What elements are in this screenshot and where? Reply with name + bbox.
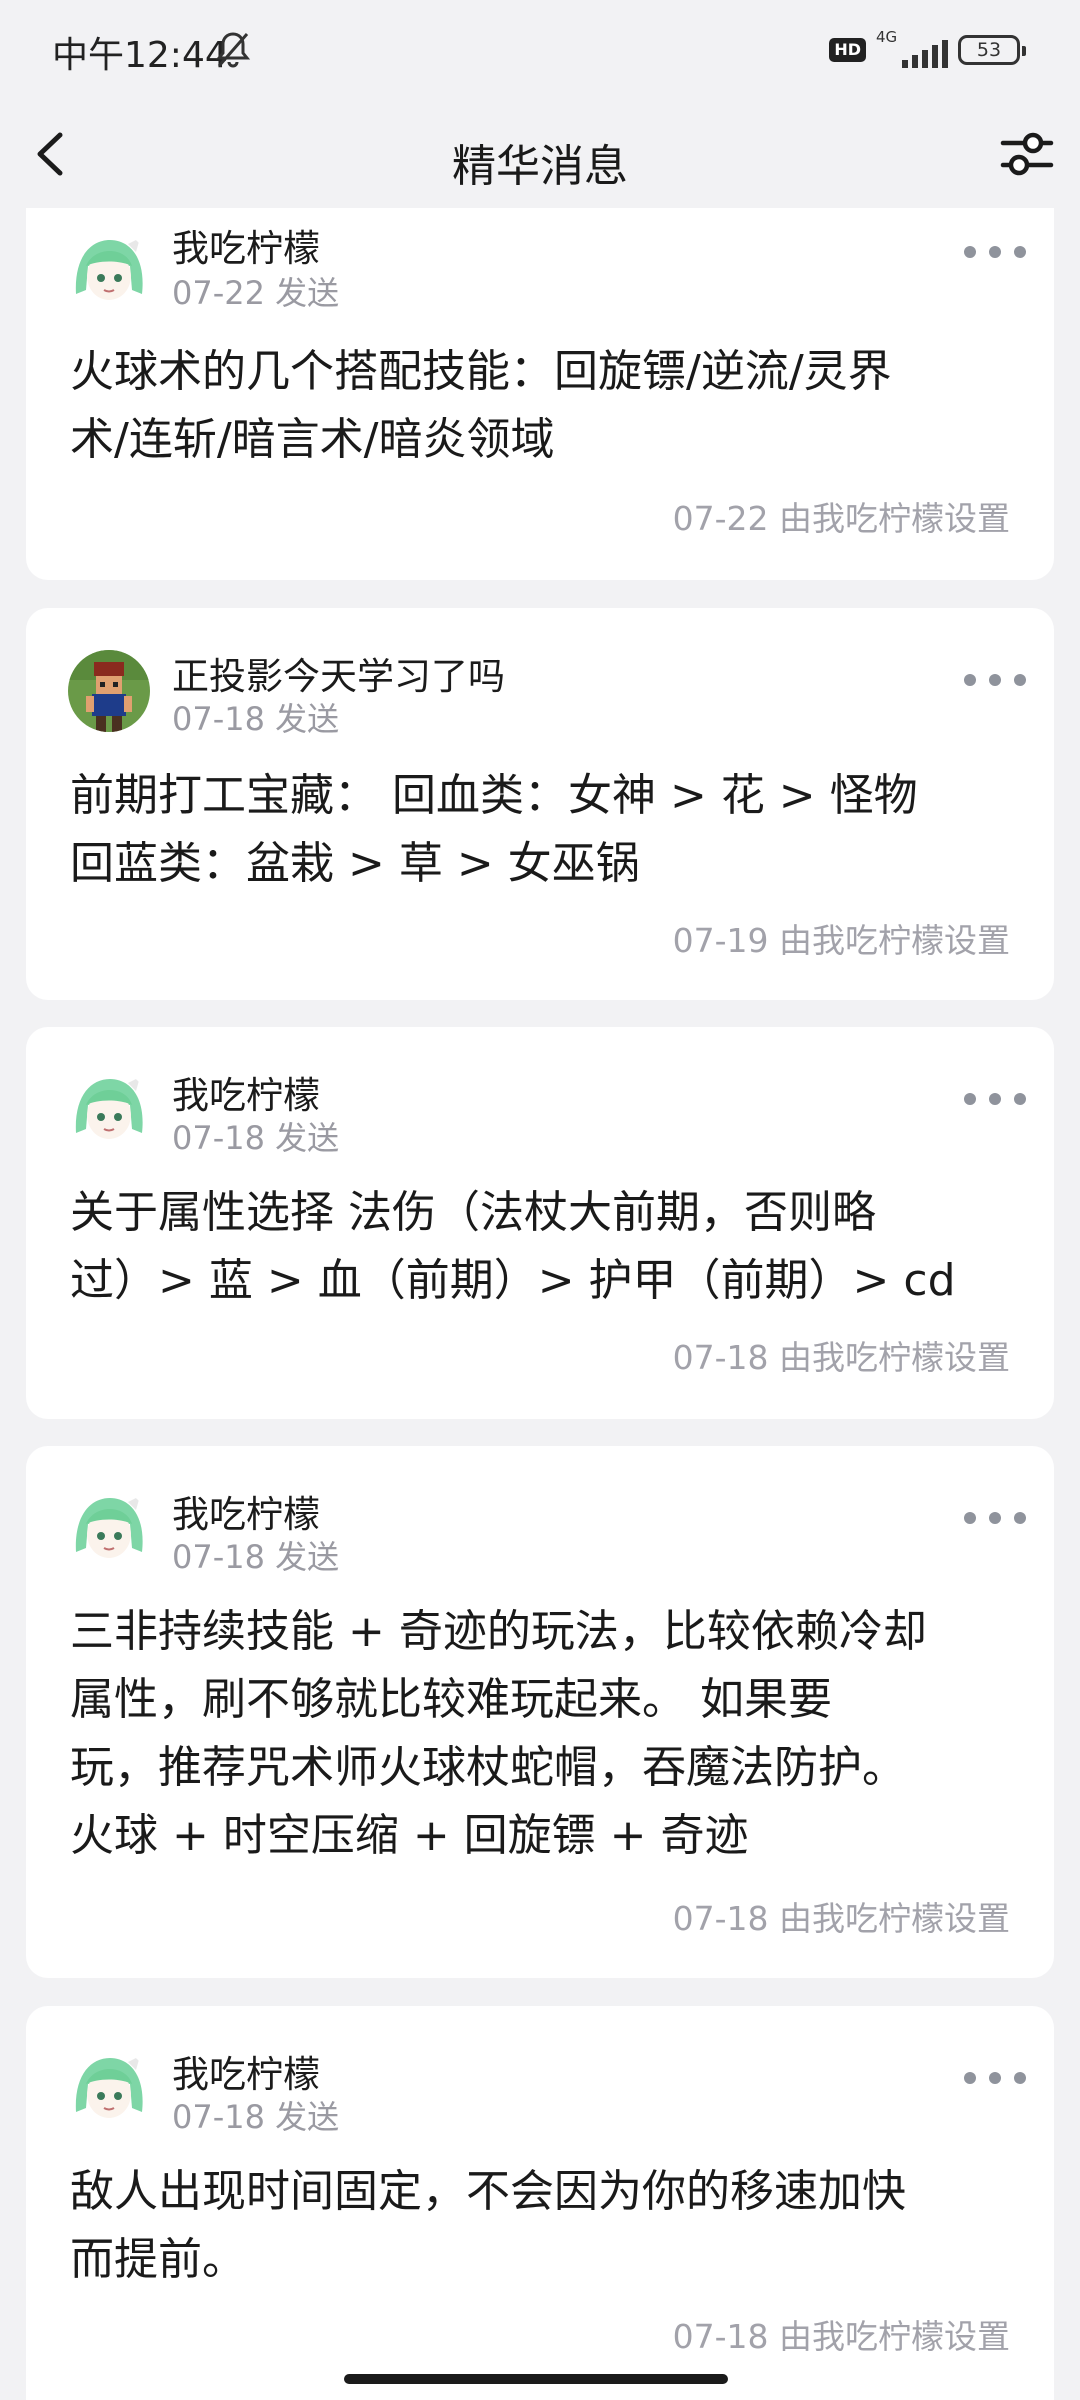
sender-name: 我吃柠檬 bbox=[172, 227, 320, 270]
more-button[interactable] bbox=[964, 2058, 1026, 2098]
sent-date-value: 07-22 bbox=[172, 274, 265, 312]
avatar[interactable] bbox=[68, 650, 150, 732]
sent-label: 发送 bbox=[275, 1119, 340, 1157]
sent-date: 07-18 发送 bbox=[172, 694, 339, 740]
sent-date: 07-18 发送 bbox=[172, 1113, 339, 1159]
cellular-signal-icon: 4G bbox=[876, 28, 948, 70]
sliders-icon bbox=[1000, 132, 1054, 176]
more-dot bbox=[1014, 1512, 1026, 1524]
message-card[interactable]: 我吃柠檬 07-18 发送 三非持续技能 + 奇迹的玩法，比较依赖冷却 属性，刷… bbox=[26, 1446, 1054, 1978]
more-dot bbox=[964, 1093, 976, 1105]
more-button[interactable] bbox=[964, 232, 1026, 272]
home-gesture-bar[interactable] bbox=[344, 2374, 728, 2384]
sent-label: 发送 bbox=[275, 274, 340, 312]
content-line: 火球 + 时空压缩 + 回旋镖 + 奇迹 bbox=[70, 1810, 749, 1861]
more-dot bbox=[989, 1512, 1001, 1524]
filter-button[interactable] bbox=[988, 118, 1066, 190]
sent-date: 07-18 发送 bbox=[172, 1532, 339, 1578]
sent-date-value: 07-18 bbox=[172, 2098, 265, 2136]
more-dot bbox=[1014, 2072, 1026, 2084]
set-by-info: 07-18 由我吃柠檬设置 bbox=[672, 1899, 1010, 1938]
avatar[interactable] bbox=[68, 1069, 150, 1151]
sender-name: 我吃柠檬 bbox=[172, 1493, 320, 1536]
more-dot bbox=[989, 2072, 1001, 2084]
anime-girl-avatar-icon bbox=[68, 230, 150, 312]
more-dot bbox=[1014, 674, 1026, 686]
content-line: 前期打工宝藏： 回血类：女神 > 花 > 怪物 bbox=[70, 770, 918, 821]
message-card[interactable]: 我吃柠檬 07-18 发送 关于属性选择 法伤（法杖大前期，否则略 过）> 蓝 … bbox=[26, 1027, 1054, 1419]
content-line: 敌人出现时间固定，不会因为你的移速加快 bbox=[70, 2166, 906, 2217]
status-icons: HD 4G 53 bbox=[829, 28, 1026, 72]
content-line: 而提前。 bbox=[70, 2234, 246, 2285]
anime-girl-avatar-icon bbox=[68, 1488, 150, 1570]
content-line: 火球术的几个搭配技能：回旋镖/逆流/灵界 bbox=[70, 346, 892, 397]
sender-name: 我吃柠檬 bbox=[172, 1074, 320, 1117]
sent-date-value: 07-18 bbox=[172, 700, 265, 738]
set-by-info: 07-18 由我吃柠檬设置 bbox=[672, 2317, 1010, 2356]
message-content: 前期打工宝藏： 回血类：女神 > 花 > 怪物 回蓝类：盆栽 > 草 > 女巫锅 bbox=[70, 762, 1014, 898]
message-card[interactable]: 我吃柠檬 07-22 发送 火球术的几个搭配技能：回旋镖/逆流/灵界 术/连斩/… bbox=[26, 208, 1054, 580]
anime-girl-avatar-icon bbox=[68, 2048, 150, 2130]
more-dot bbox=[1014, 1093, 1026, 1105]
more-dot bbox=[964, 2072, 976, 2084]
message-content: 关于属性选择 法伤（法杖大前期，否则略 过）> 蓝 > 血（前期）> 护甲（前期… bbox=[70, 1179, 1014, 1315]
content-line: 三非持续技能 + 奇迹的玩法，比较依赖冷却 bbox=[70, 1606, 927, 1657]
avatar[interactable] bbox=[68, 1488, 150, 1570]
avatar[interactable] bbox=[68, 2048, 150, 2130]
pixel-character-avatar-icon bbox=[68, 650, 150, 732]
message-card[interactable]: 我吃柠檬 07-18 发送 敌人出现时间固定，不会因为你的移速加快 而提前。 0… bbox=[26, 2006, 1054, 2400]
set-by-info: 07-19 由我吃柠檬设置 bbox=[672, 921, 1010, 960]
message-content: 火球术的几个搭配技能：回旋镖/逆流/灵界 术/连斩/暗言术/暗炎领域 bbox=[70, 338, 1014, 474]
message-content: 敌人出现时间固定，不会因为你的移速加快 而提前。 bbox=[70, 2158, 1014, 2294]
status-time: 中午12:44 bbox=[52, 35, 228, 76]
avatar[interactable] bbox=[68, 230, 150, 312]
content-line: 关于属性选择 法伤（法杖大前期，否则略 bbox=[70, 1187, 876, 1238]
set-by-info: 07-22 由我吃柠檬设置 bbox=[672, 499, 1010, 538]
content-line: 属性，刷不够就比较难玩起来。 如果要 bbox=[70, 1674, 832, 1725]
more-dot bbox=[1014, 246, 1026, 258]
more-dot bbox=[964, 674, 976, 686]
more-dot bbox=[964, 246, 976, 258]
more-dot bbox=[964, 1512, 976, 1524]
set-by-info: 07-18 由我吃柠檬设置 bbox=[672, 1338, 1010, 1377]
app-header: 精华消息 bbox=[0, 100, 1080, 210]
content-line: 过）> 蓝 > 血（前期）> 护甲（前期）> cd bbox=[70, 1255, 956, 1306]
more-button[interactable] bbox=[964, 1498, 1026, 1538]
message-card[interactable]: 正投影今天学习了吗 07-18 发送 前期打工宝藏： 回血类：女神 > 花 > … bbox=[26, 608, 1054, 1000]
sent-label: 发送 bbox=[275, 1538, 340, 1576]
sent-date-value: 07-18 bbox=[172, 1538, 265, 1576]
sent-label: 发送 bbox=[275, 2098, 340, 2136]
sent-date: 07-22 发送 bbox=[172, 268, 339, 314]
sent-date: 07-18 发送 bbox=[172, 2092, 339, 2138]
sender-name: 正投影今天学习了吗 bbox=[172, 655, 505, 698]
status-bar: 中午12:44 HD 4G 53 bbox=[0, 0, 1080, 100]
battery-icon: 53 bbox=[958, 35, 1026, 65]
hd-badge: HD bbox=[829, 38, 866, 62]
sender-name: 我吃柠檬 bbox=[172, 2053, 320, 2096]
more-dot bbox=[989, 674, 1001, 686]
content-line: 术/连斩/暗言术/暗炎领域 bbox=[70, 414, 555, 465]
content-line: 回蓝类：盆栽 > 草 > 女巫锅 bbox=[70, 838, 640, 889]
network-type: 4G bbox=[876, 28, 898, 46]
page-title: 精华消息 bbox=[452, 141, 628, 192]
sent-label: 发送 bbox=[275, 700, 340, 738]
anime-girl-avatar-icon bbox=[68, 1069, 150, 1151]
more-button[interactable] bbox=[964, 660, 1026, 700]
battery-level: 53 bbox=[976, 39, 1002, 61]
bell-off-icon bbox=[215, 32, 251, 68]
sent-date-value: 07-18 bbox=[172, 1119, 265, 1157]
message-content: 三非持续技能 + 奇迹的玩法，比较依赖冷却 属性，刷不够就比较难玩起来。 如果要… bbox=[70, 1598, 1014, 1870]
more-dot bbox=[989, 1093, 1001, 1105]
more-button[interactable] bbox=[964, 1079, 1026, 1119]
more-dot bbox=[989, 246, 1001, 258]
content-line: 玩，推荐咒术师火球杖蛇帽，吞魔法防护。 bbox=[70, 1742, 906, 1793]
